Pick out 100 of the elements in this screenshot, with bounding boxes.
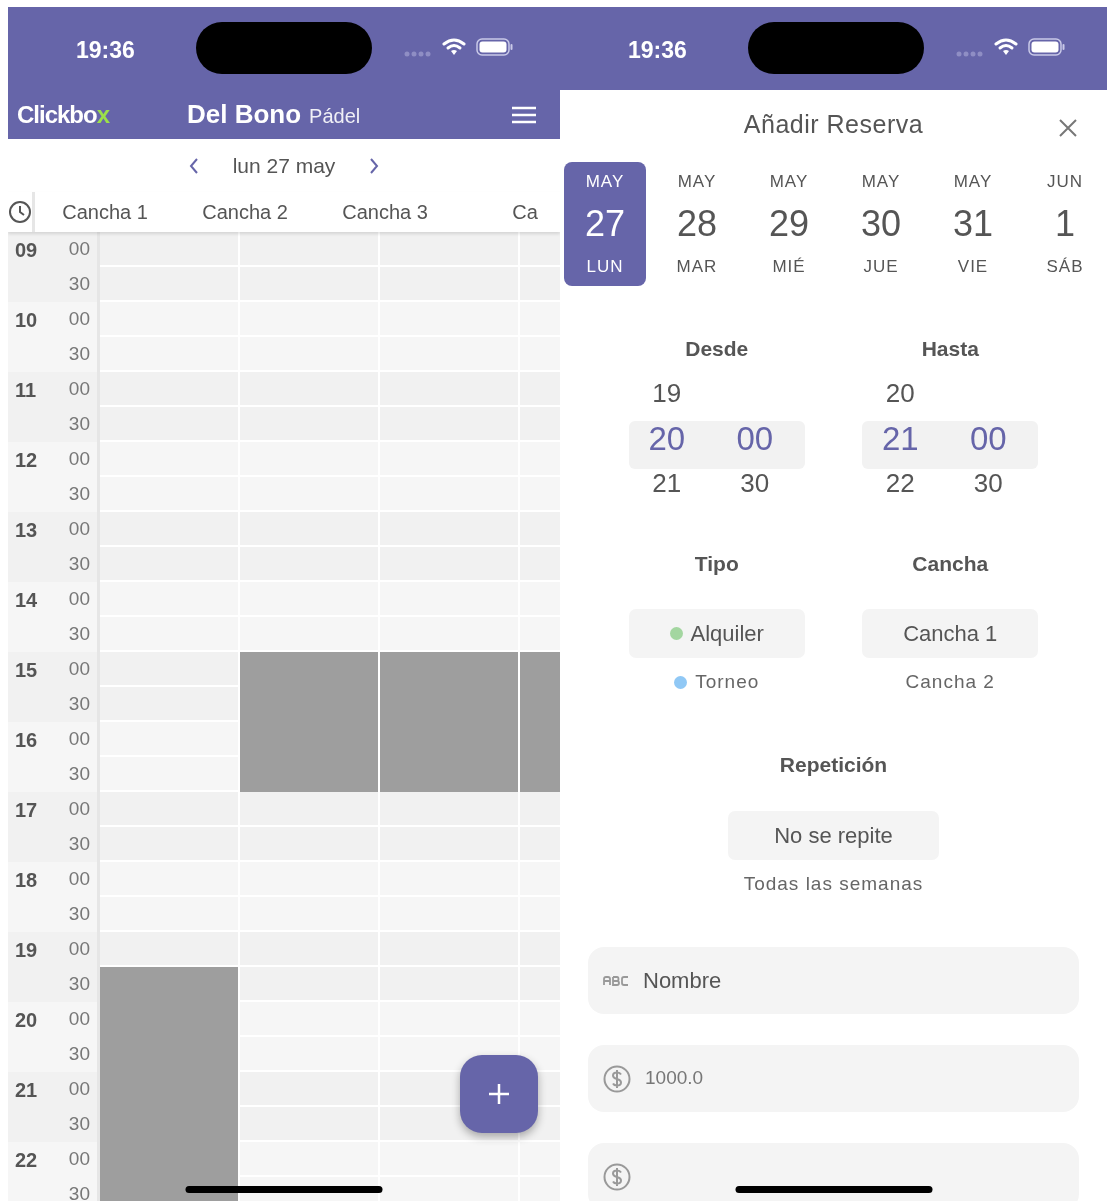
minute-label: 30 (68, 482, 90, 507)
option[interactable]: Cancha 2 (862, 658, 1039, 707)
court-header: Ca (512, 200, 538, 225)
floating-add-button-overlay[interactable] (460, 1055, 538, 1133)
minute-label: 00 (68, 797, 90, 822)
day-option[interactable]: MAY 29 MIÉ (748, 162, 830, 286)
minute-option[interactable]: 00 (736, 413, 774, 464)
minute-label: 00 (68, 1007, 90, 1032)
close-icon[interactable] (1059, 119, 1077, 137)
clock-icon (8, 200, 32, 224)
minute-label: 30 (68, 762, 90, 787)
signal-icon (956, 51, 984, 57)
hour-label: 20 (15, 1007, 38, 1033)
hour-label: 13 (15, 517, 38, 543)
hour-label: 16 (15, 727, 38, 753)
status-time: 19:36 (628, 36, 687, 65)
option[interactable]: Alquiler (628, 609, 805, 658)
minute-label: 00 (68, 1077, 90, 1102)
dollar-icon (603, 1064, 631, 1093)
picker-label: Desde (685, 335, 749, 362)
next-day-icon[interactable] (369, 157, 380, 174)
choice-label: Cancha (912, 551, 989, 578)
option[interactable]: Cancha 1 (862, 609, 1039, 658)
minute-label: 00 (68, 237, 90, 262)
hour-option[interactable]: 22 (885, 464, 915, 503)
sport-name: Pádel (309, 103, 361, 129)
minute-label: 00 (68, 867, 90, 892)
minute-label: 30 (68, 1042, 90, 1067)
minute-label: 30 (68, 412, 90, 437)
minute-label: 30 (68, 1182, 90, 1201)
current-date: lun 27 may (232, 152, 336, 179)
minute-option[interactable]: 00 (969, 413, 1007, 464)
hour-label: 19 (15, 937, 38, 963)
hour-option[interactable]: 20 (885, 374, 915, 413)
minute-label: 00 (68, 307, 90, 332)
hour-option[interactable]: 20 (648, 413, 686, 464)
minute-label: 00 (68, 587, 90, 612)
hour-label: 12 (15, 447, 38, 473)
minute-option[interactable]: 30 (740, 464, 770, 503)
court-header: Cancha 1 (62, 200, 148, 225)
wifi-icon (994, 38, 1018, 56)
minute-label: 30 (68, 272, 90, 297)
club-name: Del Bono (187, 98, 302, 131)
minute-label: 30 (68, 1112, 90, 1137)
day-option[interactable]: MAY 30 JUE (840, 162, 922, 286)
picker-label: Hasta (921, 335, 979, 362)
choice-label: Tipo (694, 551, 739, 578)
minute-option[interactable]: 30 (973, 464, 1003, 503)
menu-icon[interactable] (511, 105, 537, 124)
minute-label: 00 (68, 937, 90, 962)
plus-icon (488, 1083, 510, 1105)
day-option[interactable]: JUN 1 SÁB (1024, 162, 1106, 286)
price-field[interactable]: 1000.0 (588, 1045, 1079, 1112)
wifi-icon (442, 38, 466, 56)
hour-label: 18 (15, 867, 38, 893)
hour-label: 17 (15, 797, 38, 823)
hour-label: 11 (15, 377, 37, 403)
minute-label: 30 (68, 552, 90, 577)
day-option[interactable]: MAY 27 LUN (564, 162, 646, 286)
hour-label: 10 (15, 307, 38, 333)
minute-label: 00 (68, 1147, 90, 1172)
signal-icon (404, 51, 432, 57)
minute-label: 30 (68, 902, 90, 927)
hour-label: 21 (15, 1077, 38, 1103)
hour-option[interactable]: 19 (652, 374, 682, 413)
minute-label: 30 (68, 692, 90, 717)
minute-label: 00 (68, 657, 90, 682)
minute-label: 30 (68, 832, 90, 857)
repeat-label: Repetición (779, 752, 888, 779)
day-option[interactable]: MAY 28 MAR (656, 162, 738, 286)
hour-label: 09 (15, 237, 38, 263)
status-time: 19:36 (76, 36, 135, 65)
hour-label: 14 (15, 587, 38, 613)
minute-label: 30 (68, 972, 90, 997)
price-value: 1000.0 (645, 1066, 704, 1091)
option[interactable]: Torneo (628, 658, 805, 707)
court-header: Cancha 3 (342, 200, 428, 225)
app-logo: Clickbox (17, 99, 111, 130)
option[interactable]: Todas las semanas (728, 860, 939, 909)
minute-label: 30 (68, 622, 90, 647)
hour-option[interactable]: 21 (652, 464, 682, 503)
option[interactable]: No se repite (728, 811, 939, 860)
text-icon (603, 975, 629, 986)
hour-label: 22 (15, 1147, 38, 1173)
name-input[interactable]: Nombre (643, 964, 1064, 997)
dollar-icon (603, 1162, 631, 1191)
minute-label: 30 (68, 342, 90, 367)
dialog-title: Añadir Reserva (743, 109, 924, 141)
minute-label: 00 (68, 447, 90, 472)
battery-icon (1028, 38, 1066, 56)
price-field[interactable] (588, 1143, 1079, 1201)
minute-label: 00 (68, 727, 90, 752)
minute-label: 00 (68, 517, 90, 542)
court-header: Cancha 2 (202, 200, 288, 225)
day-option[interactable]: MAY 31 VIE (932, 162, 1014, 286)
hour-option[interactable]: 21 (881, 413, 919, 464)
hour-label: 15 (15, 657, 38, 683)
name-field[interactable]: Nombre (588, 947, 1079, 1014)
previous-day-icon[interactable] (188, 157, 199, 174)
battery-icon (476, 38, 514, 56)
